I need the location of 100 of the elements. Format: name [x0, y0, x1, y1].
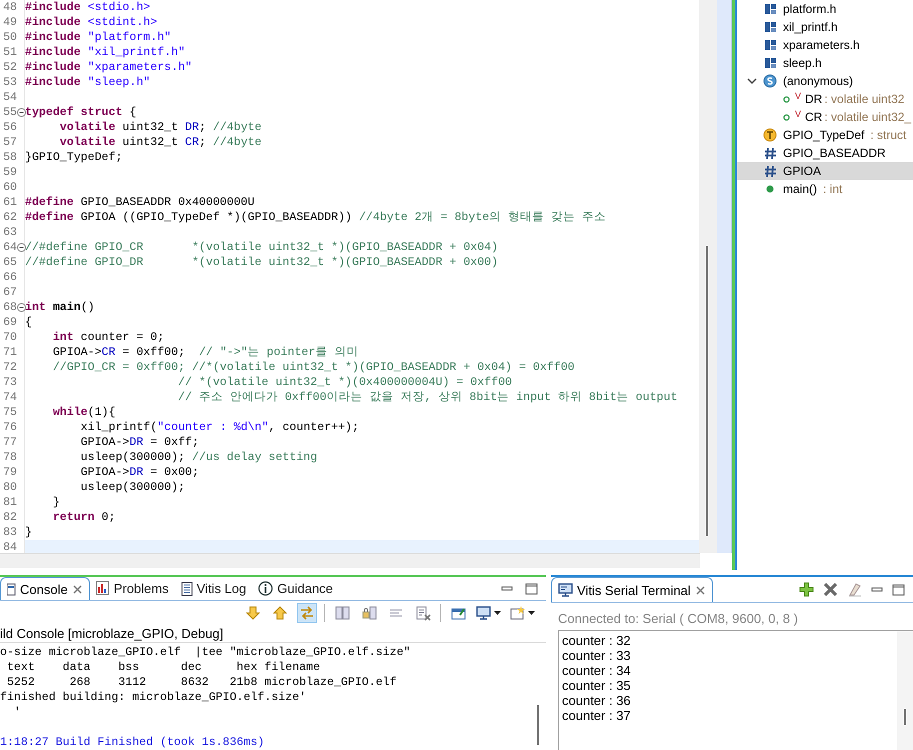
code-line: while(1){ — [52, 405, 116, 420]
maximize-icon[interactable] — [525, 582, 538, 595]
code-line: #include "sleep.h" — [25, 75, 152, 90]
code-line: #include "platform.h" — [25, 30, 172, 45]
document-icon — [180, 582, 193, 596]
line-number: 80 — [2, 480, 17, 495]
terminal-line: counter : 36 — [562, 693, 632, 708]
chart-icon — [96, 581, 110, 596]
code-line: //#define GPIO_DR *(volatile uint32_t *)(GPIO_BASEADDR + 0x00) — [25, 255, 500, 270]
code-line: //GPIO_CR = 0xff00; //*(volatile uint32_t *)(GPIO_BASEADDR + 0x04) = 0xff00 — [52, 360, 576, 375]
clear-console-icon[interactable] — [416, 606, 430, 621]
outline-item[interactable]: xparameters.h — [737, 36, 913, 54]
line-number: 76 — [2, 420, 17, 435]
pin-icon[interactable] — [450, 606, 466, 620]
maximize-icon[interactable] — [892, 584, 905, 596]
new-console-icon[interactable] — [510, 606, 525, 620]
swap-arrows-icon[interactable] — [299, 605, 315, 622]
eraser-icon[interactable] — [847, 582, 862, 597]
line-number: 72 — [2, 360, 17, 375]
line-number: 62 — [2, 210, 17, 225]
line-number: 56 — [2, 120, 17, 135]
line-number: 48 — [2, 0, 17, 15]
code-line: volatile uint32_t DR; //4byte — [58, 120, 263, 135]
tab[interactable]: Console — [0, 577, 90, 600]
monitor-icon — [558, 583, 573, 597]
outline-item[interactable]: GPIO_TypeDef : struct — [737, 126, 913, 144]
down-arrow-icon[interactable] — [246, 606, 260, 620]
close-icon[interactable] — [694, 584, 706, 596]
tab[interactable]: Vitis Log — [174, 577, 252, 600]
outline-item[interactable]: main() : int — [737, 180, 913, 198]
line-number: 71 — [2, 345, 17, 360]
code-line: // *(volatile uint32_t *)(0x400000004U) = 0xff00 — [177, 375, 514, 390]
dot-icon — [766, 185, 774, 193]
tab[interactable]: Guidance — [252, 577, 339, 600]
code-line: } — [52, 495, 61, 510]
dot-icon — [782, 96, 790, 102]
caret-icon[interactable] — [494, 611, 501, 616]
header-file-icon — [764, 57, 776, 69]
fold-icon[interactable] — [17, 243, 26, 252]
line-number: 84 — [2, 540, 17, 553]
code-line: #define GPIOA ((GPIO_TypeDef *)(GPIO_BASEADDR)) //4byte 2개 = 8byte의 형태를 갖는 주소 — [25, 210, 608, 225]
line-number: 64 — [2, 240, 17, 255]
remove-icon[interactable] — [823, 582, 838, 597]
horizontal-scrollbar[interactable] — [0, 553, 700, 568]
fold-icon[interactable] — [17, 108, 26, 117]
code-line: volatile uint32_t CR; //4byte — [58, 135, 263, 150]
terminal-line: counter : 32 — [562, 633, 632, 648]
terminal-line: counter : 35 — [562, 678, 632, 693]
outline-item[interactable]: GPIO_BASEADDR — [737, 144, 913, 162]
close-icon[interactable] — [72, 584, 83, 595]
line-number: 51 — [2, 45, 17, 60]
fold-icon[interactable] — [17, 303, 26, 312]
code-line: #include <stdint.h> — [25, 15, 158, 30]
up-arrow-icon[interactable] — [273, 606, 287, 620]
caret-icon[interactable] — [528, 611, 535, 616]
lock-icon[interactable] — [362, 606, 376, 620]
line-number: 78 — [2, 450, 17, 465]
outline-item[interactable]: V CR : volatile uint32_ — [737, 108, 913, 126]
code-line: #include "xparameters.h" — [25, 60, 193, 75]
code-line: GPIOA->DR = 0xff; — [80, 435, 200, 450]
plus-icon[interactable] — [799, 582, 814, 597]
console-line: 5252 268 3112 8632 21b8 microblaze_GPIO.elf — [6, 675, 398, 690]
tab[interactable]: Vitis Serial Terminal — [551, 577, 713, 602]
struct-icon — [763, 74, 777, 88]
outline-item[interactable]: platform.h — [737, 0, 913, 18]
outline-item[interactable]: GPIOA — [737, 162, 913, 180]
dot-icon — [782, 114, 790, 120]
terminal-line: counter : 37 — [562, 708, 632, 723]
chevron-icon[interactable] — [747, 76, 757, 86]
line-number: 55 — [2, 105, 17, 120]
line-number: 82 — [2, 510, 17, 525]
line-number: 63 — [2, 225, 17, 240]
line-number: 79 — [2, 465, 17, 480]
typedef-icon — [763, 128, 777, 142]
vertical-scrollbar[interactable] — [897, 631, 913, 750]
header-file-icon — [764, 21, 776, 33]
outline-item[interactable]: xil_printf.h — [737, 18, 913, 36]
terminal-line: counter : 34 — [562, 663, 632, 678]
outline-item[interactable]: sleep.h — [737, 54, 913, 72]
line-number: 77 — [2, 435, 17, 450]
vertical-scrollbar[interactable] — [699, 0, 717, 553]
line-number: 52 — [2, 60, 17, 75]
console-title: ild Console [microblaze_GPIO, Debug] — [0, 625, 546, 643]
code-line: { — [25, 315, 33, 330]
line-number: 69 — [2, 315, 17, 330]
lines-icon[interactable] — [389, 607, 403, 620]
documents-icon[interactable] — [334, 606, 350, 620]
tab[interactable]: Problems — [90, 577, 175, 600]
code-line: #include "xil_printf.h" — [25, 45, 186, 60]
code-line: typedef struct { — [25, 105, 138, 120]
monitor-icon[interactable] — [476, 606, 491, 620]
line-number: 59 — [2, 165, 17, 180]
code-line: int main() — [25, 300, 96, 315]
line-number: 57 — [2, 135, 17, 150]
header-file-icon — [764, 3, 776, 15]
line-number: 74 — [2, 390, 17, 405]
outline-item[interactable]: (anonymous) — [737, 72, 913, 90]
info-icon — [258, 581, 274, 596]
line-number: 61 — [2, 195, 17, 210]
outline-item[interactable]: V DR : volatile uint32 — [737, 90, 913, 108]
